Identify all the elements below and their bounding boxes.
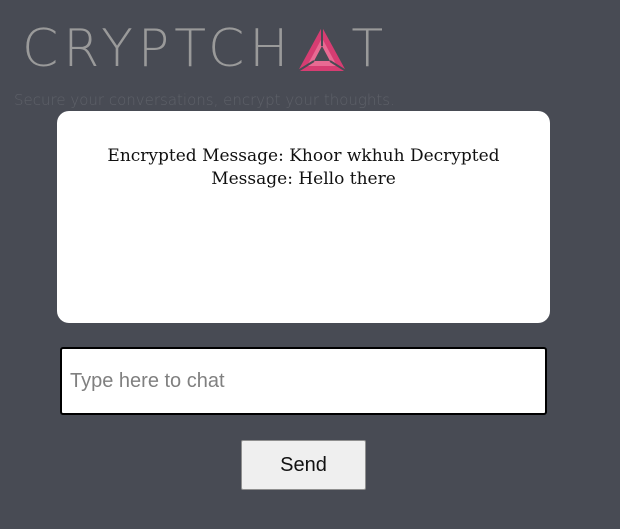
triangle-a-icon bbox=[297, 27, 347, 72]
chat-message: Encrypted Message: Khoor wkhuh Decrypted… bbox=[107, 146, 500, 189]
logo-text-right: T bbox=[351, 19, 389, 79]
logo-text-left: CRYPTCH bbox=[22, 19, 294, 79]
chat-message-panel: Encrypted Message: Khoor wkhuh Decrypted… bbox=[57, 111, 550, 323]
send-button[interactable]: Send bbox=[241, 440, 366, 490]
chat-input[interactable] bbox=[60, 347, 547, 415]
app-logo: CRYPTCH T bbox=[22, 22, 388, 76]
tagline: Secure your conversations, encrypt your … bbox=[14, 91, 395, 109]
